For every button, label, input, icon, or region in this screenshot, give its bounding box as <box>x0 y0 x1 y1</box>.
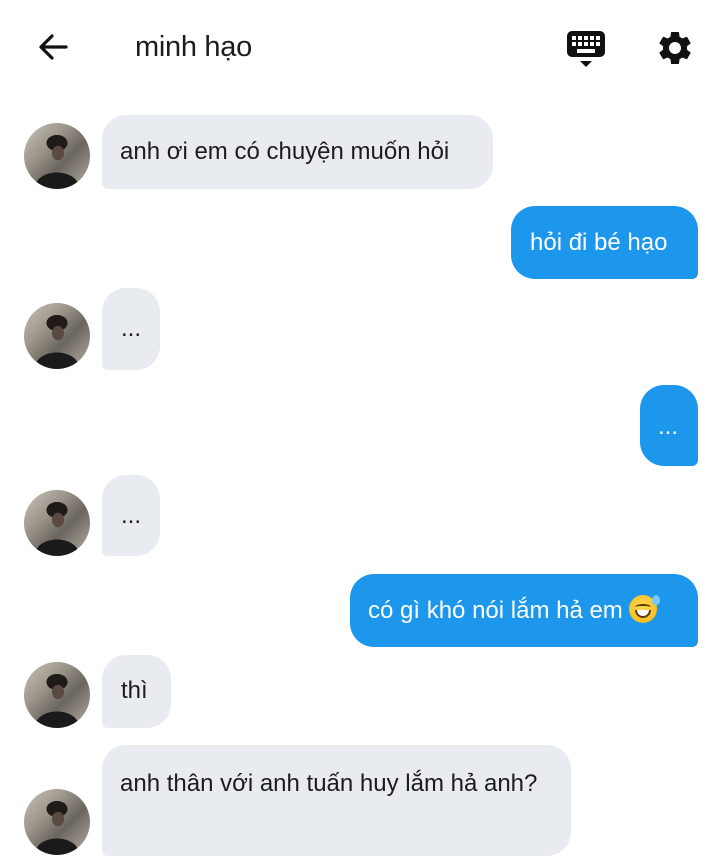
page-title: minh hạo <box>135 31 252 63</box>
keyboard-icon[interactable] <box>565 28 607 70</box>
message-received[interactable]: anh ơi em có chuyện muốn hỏi <box>102 115 493 189</box>
avatar[interactable] <box>24 490 90 556</box>
message-sent[interactable]: ... <box>640 385 698 466</box>
message-received[interactable]: anh thân với anh tuấn huy lắm hả anh? <box>102 745 571 856</box>
message-text: ... <box>121 315 142 342</box>
message-text: thì <box>121 677 148 704</box>
message-text: ... <box>121 502 142 529</box>
message-sent[interactable]: có gì khó nói lắm hả em <box>350 574 698 647</box>
avatar[interactable] <box>24 789 90 855</box>
chat-header: minh hạo <box>0 0 720 96</box>
message-received[interactable]: ... <box>102 475 160 556</box>
message-received[interactable]: ... <box>102 288 160 370</box>
message-sent[interactable]: hỏi đi bé hạo <box>511 206 698 279</box>
message-text: có gì khó nói lắm hả em <box>368 597 623 624</box>
message-text: anh thân với anh tuấn huy lắm hả anh? <box>120 770 538 797</box>
avatar[interactable] <box>24 303 90 369</box>
arrow-left-icon[interactable] <box>34 28 72 66</box>
message-text: hỏi đi bé hạo <box>530 229 668 256</box>
message-text: anh ơi em có chuyện muốn hỏi <box>120 138 450 165</box>
message-received[interactable]: thì <box>102 655 171 728</box>
avatar[interactable] <box>24 123 90 189</box>
grinning-sweat-emoji-icon <box>628 595 660 623</box>
avatar[interactable] <box>24 662 90 728</box>
message-text: ... <box>658 413 679 440</box>
gear-icon[interactable] <box>655 28 695 68</box>
